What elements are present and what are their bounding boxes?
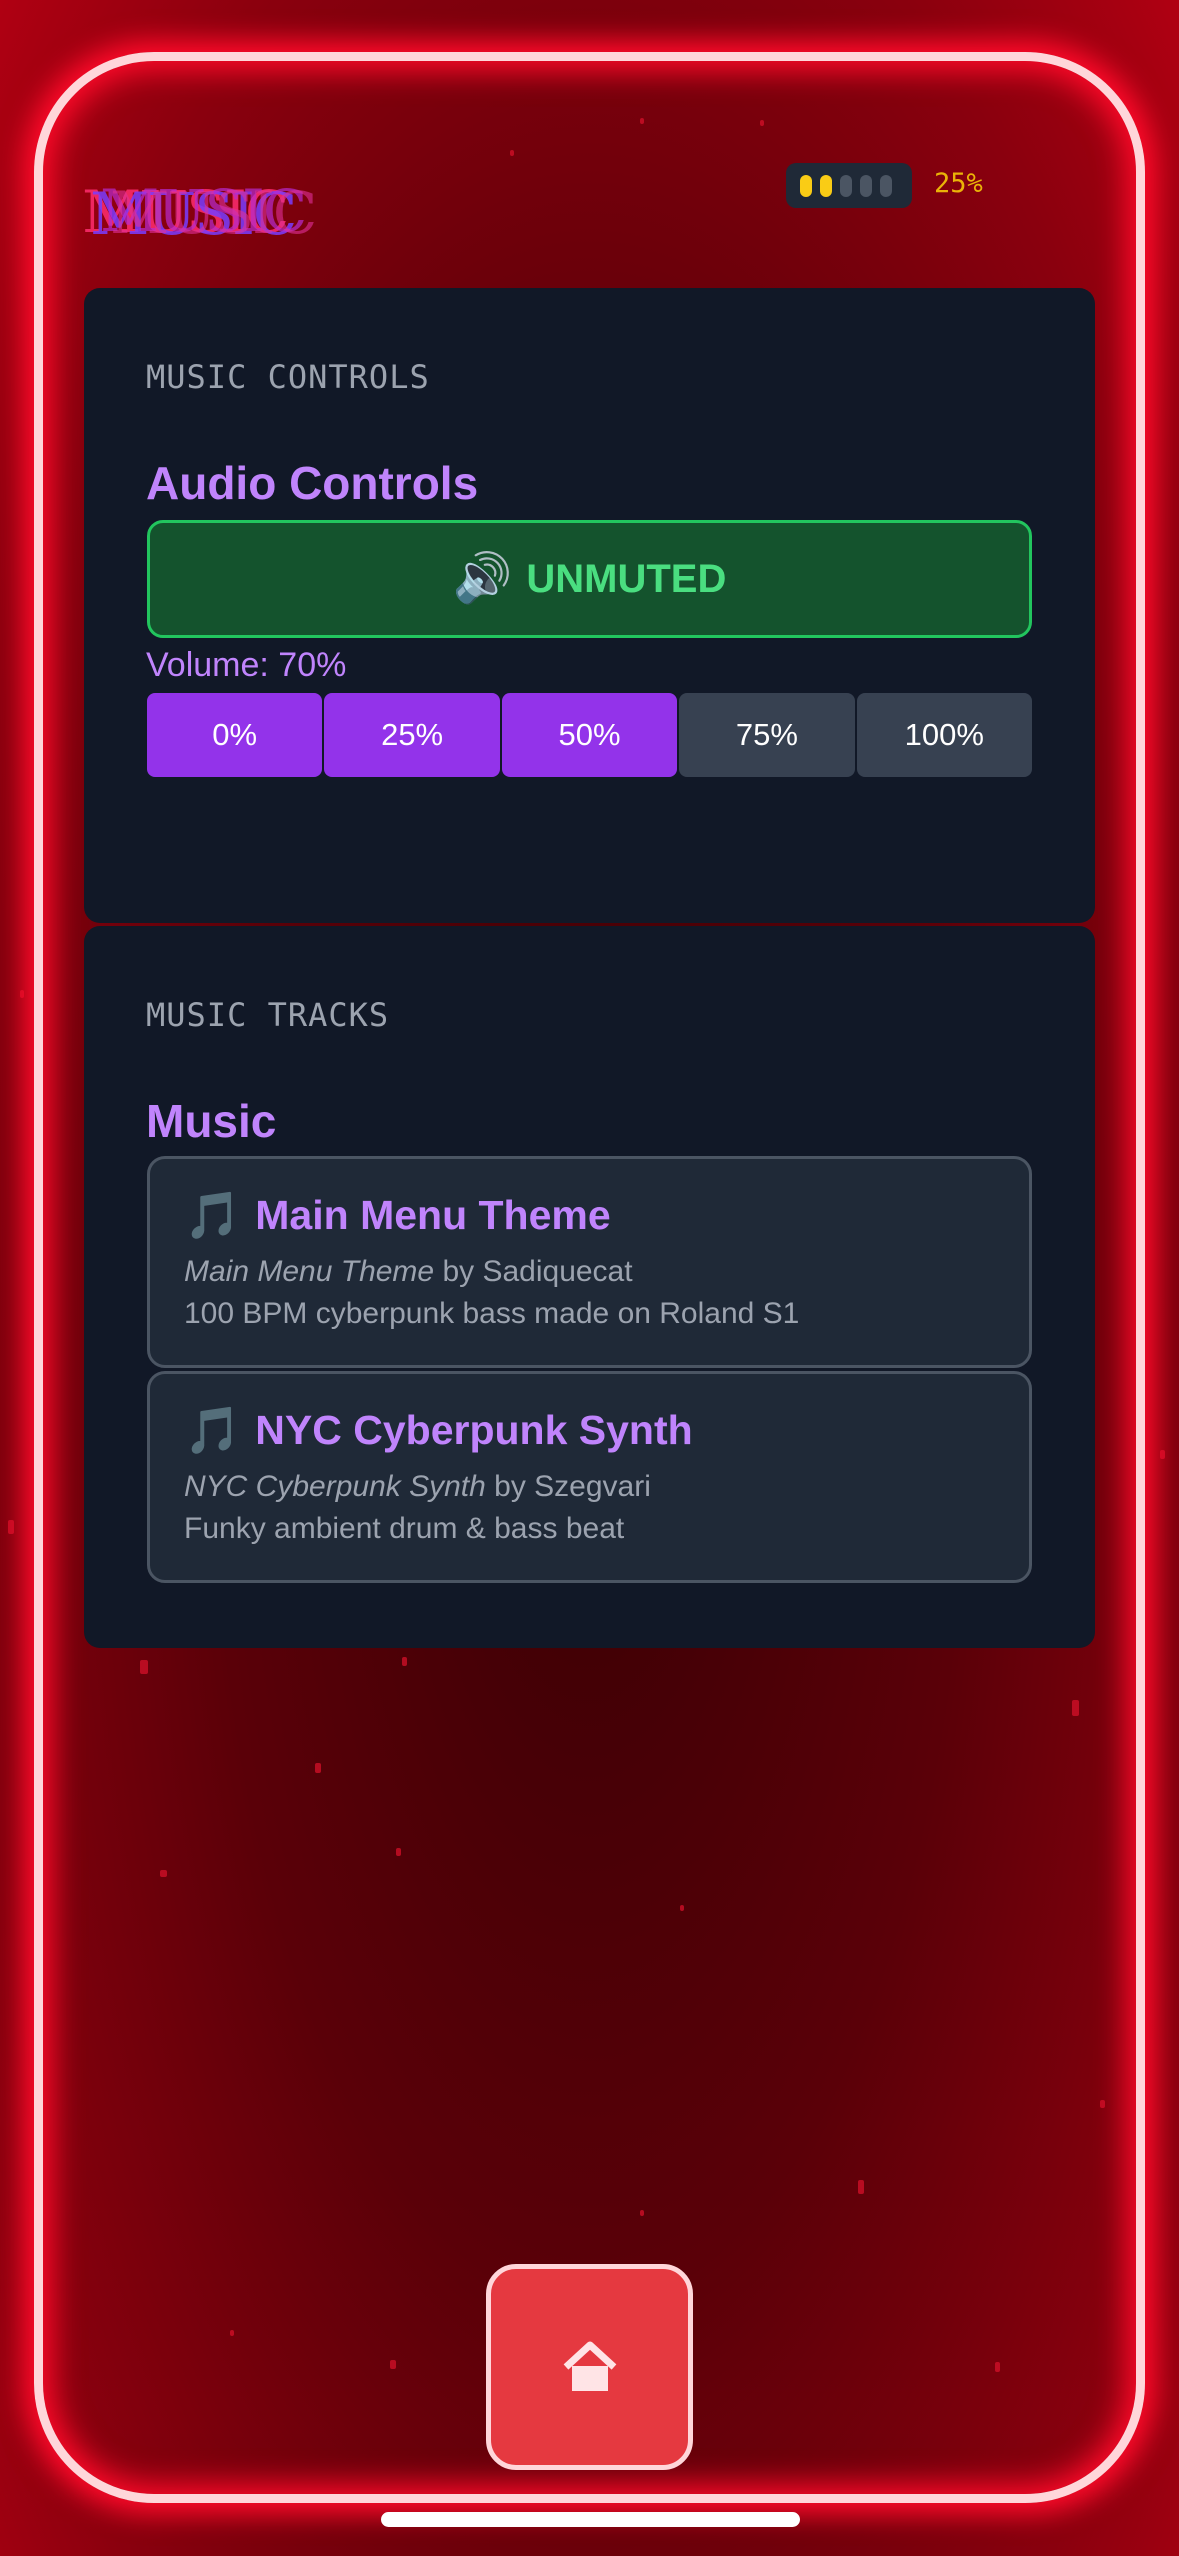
volume-option-75[interactable]: 75% bbox=[679, 693, 855, 777]
home-indicator[interactable] bbox=[381, 2512, 800, 2527]
volume-option-50[interactable]: 50% bbox=[501, 693, 678, 777]
track-card[interactable]: 🎵 Main Menu Theme Main Menu Theme by Sad… bbox=[147, 1156, 1032, 1368]
volume-option-25[interactable]: 25% bbox=[324, 693, 500, 777]
track-credit: NYC Cyberpunk Synth by Szegvari bbox=[184, 1470, 651, 1503]
music-note-icon: 🎵 bbox=[184, 1403, 242, 1456]
volume-option-100[interactable]: 100% bbox=[856, 693, 1033, 777]
section-label: MUSIC CONTROLS bbox=[146, 358, 430, 396]
battery-cell bbox=[860, 174, 872, 197]
music-heading: Music bbox=[146, 1095, 277, 1147]
battery-percent: 25% bbox=[934, 168, 983, 199]
battery-icon bbox=[786, 163, 912, 208]
volume-label: Volume: 70% bbox=[146, 646, 347, 684]
mute-toggle-button[interactable]: 🔊 UNMUTED bbox=[147, 520, 1032, 638]
volume-option-0[interactable]: 0% bbox=[147, 693, 323, 777]
battery-cell bbox=[880, 174, 892, 197]
app-logo: MUSIC MUSIC MUSIC MUSIC bbox=[82, 177, 317, 248]
section-label: MUSIC TRACKS bbox=[146, 996, 390, 1034]
track-title: NYC Cyberpunk Synth bbox=[255, 1406, 693, 1453]
mute-status-label: UNMUTED bbox=[526, 556, 727, 601]
home-icon bbox=[563, 2341, 616, 2391]
volume-selector: 0% 25% 50% 75% 100% bbox=[147, 693, 1033, 777]
battery-cell bbox=[820, 174, 832, 197]
audio-controls-heading: Audio Controls bbox=[146, 457, 479, 509]
music-tracks-panel: MUSIC TRACKS Music 🎵 Main Menu Theme Mai… bbox=[84, 926, 1095, 1648]
home-button[interactable] bbox=[486, 2264, 693, 2470]
music-note-icon: 🎵 bbox=[184, 1188, 242, 1241]
track-credit: Main Menu Theme by Sadiquecat bbox=[184, 1255, 633, 1288]
battery-cell bbox=[800, 174, 812, 197]
battery-cell bbox=[840, 174, 852, 197]
track-card[interactable]: 🎵 NYC Cyberpunk Synth NYC Cyberpunk Synt… bbox=[147, 1371, 1032, 1583]
track-description: Funky ambient drum & bass beat bbox=[184, 1512, 625, 1545]
speaker-icon: 🔊 bbox=[452, 552, 513, 605]
music-controls-panel: MUSIC CONTROLS Audio Controls 🔊 UNMUTED … bbox=[84, 288, 1095, 923]
track-description: 100 BPM cyberpunk bass made on Roland S1 bbox=[184, 1297, 800, 1330]
track-title: Main Menu Theme bbox=[255, 1191, 611, 1238]
